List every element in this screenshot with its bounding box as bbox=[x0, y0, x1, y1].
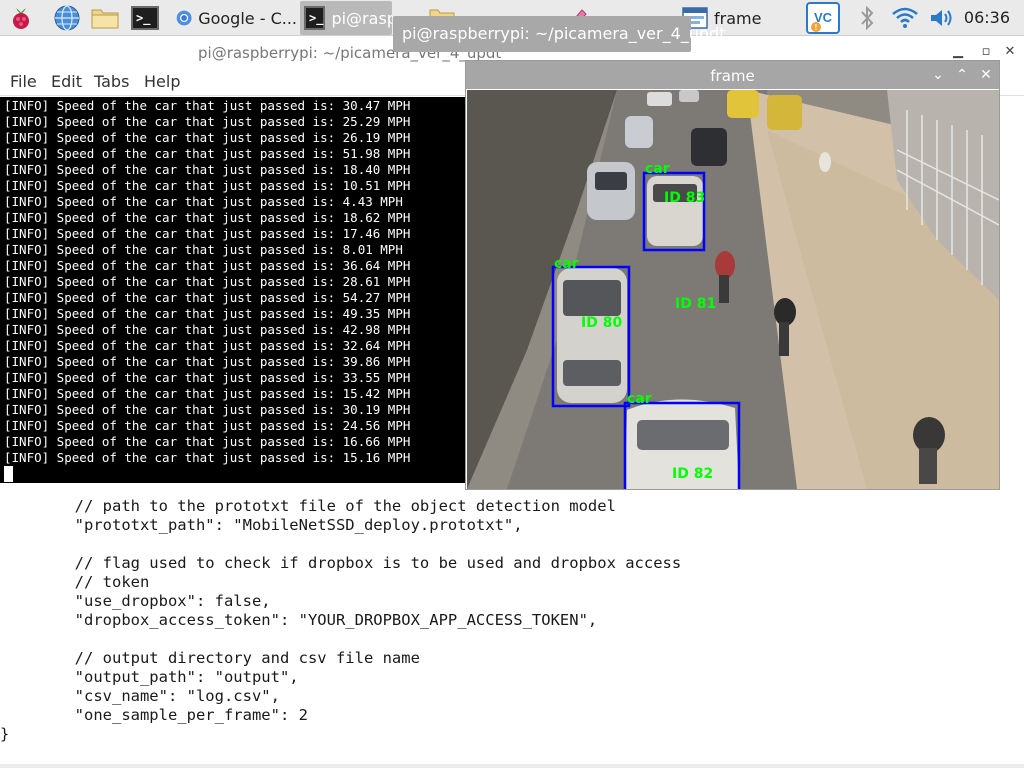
code-line: "output_path": "output", bbox=[0, 668, 299, 686]
menu-file[interactable]: File bbox=[10, 72, 37, 91]
log-line: [INFO] Speed of the car that just passed… bbox=[4, 418, 411, 433]
code-line: "dropbox_access_token": "YOUR_DROPBOX_AP… bbox=[0, 611, 598, 629]
terminal-launcher-icon[interactable]: >_ bbox=[129, 2, 161, 34]
chevron-up-icon[interactable]: ⌃ bbox=[953, 66, 971, 84]
terminal-icon: >_ bbox=[304, 6, 326, 30]
log-line: [INFO] Speed of the car that just passed… bbox=[4, 322, 411, 337]
detection-id-label: ID 82 bbox=[672, 466, 713, 482]
config-text: // path to the prototxt file of the obje… bbox=[0, 497, 1024, 757]
raspberry-menu-icon[interactable] bbox=[5, 2, 37, 34]
code-line: "prototxt_path": "MobileNetSSD_deploy.pr… bbox=[0, 516, 523, 534]
log-line: [INFO] Speed of the car that just passed… bbox=[4, 402, 411, 417]
detection-class-label: car bbox=[627, 391, 652, 407]
clock[interactable]: 06:36 bbox=[964, 8, 1010, 27]
detection-class-label: car bbox=[645, 161, 670, 177]
code-line: // flag used to check if dropbox is to b… bbox=[0, 554, 682, 572]
minimize-icon[interactable]: ▁ bbox=[950, 44, 966, 60]
terminal-output[interactable]: [INFO] Speed of the car that just passed… bbox=[0, 97, 465, 483]
frame-title: frame bbox=[710, 67, 755, 85]
menu-tabs[interactable]: Tabs bbox=[94, 72, 129, 91]
log-line: [INFO] Speed of the car that just passed… bbox=[4, 290, 411, 305]
log-line: [INFO] Speed of the car that just passed… bbox=[4, 354, 411, 369]
log-line: [INFO] Speed of the car that just passed… bbox=[4, 242, 403, 257]
close-icon[interactable]: ✕ bbox=[1002, 44, 1018, 60]
log-line: [INFO] Speed of the car that just passed… bbox=[4, 226, 411, 241]
code-line: // token bbox=[0, 573, 150, 591]
log-line: [INFO] Speed of the car that just passed… bbox=[4, 274, 411, 289]
log-line: [INFO] Speed of the car that just passed… bbox=[4, 306, 411, 321]
task-label: Google - C... bbox=[198, 8, 297, 28]
terminal-cursor bbox=[4, 466, 13, 482]
chromium-icon bbox=[176, 10, 192, 26]
bluetooth-icon[interactable] bbox=[851, 2, 883, 34]
maximize-icon[interactable]: ▫ bbox=[978, 44, 994, 60]
log-line: [INFO] Speed of the car that just passed… bbox=[4, 210, 411, 225]
log-line: [INFO] Speed of the car that just passed… bbox=[4, 98, 411, 113]
log-lines: [INFO] Speed of the car that just passed… bbox=[4, 98, 465, 466]
taskbar-tooltip: pi@raspberrypi: ~/picamera_ver_4_updt bbox=[393, 16, 726, 52]
code-line: "use_dropbox": false, bbox=[0, 592, 271, 610]
code-line: } bbox=[0, 725, 10, 743]
log-line: [INFO] Speed of the car that just passed… bbox=[4, 130, 411, 145]
menu-help[interactable]: Help bbox=[144, 72, 180, 91]
camera-feed: car ID 83 car ID 80 car ID 82 ID 81 bbox=[467, 90, 999, 489]
log-line: [INFO] Speed of the car that just passed… bbox=[4, 434, 411, 449]
web-browser-icon[interactable] bbox=[51, 2, 83, 34]
code-line: "one_sample_per_frame": 2 bbox=[0, 706, 308, 724]
task-button-chromium[interactable]: Google - C... bbox=[172, 1, 297, 35]
close-icon[interactable]: ✕ bbox=[977, 66, 995, 84]
frame-titlebar[interactable]: frame ⌄ ⌃ ✕ bbox=[466, 61, 999, 89]
detection-id-label: ID 80 bbox=[581, 315, 622, 331]
detection-id-label: ID 83 bbox=[664, 190, 705, 206]
log-line: [INFO] Speed of the car that just passed… bbox=[4, 194, 403, 209]
svg-text:!: ! bbox=[815, 23, 818, 32]
detection-class-label: car bbox=[554, 256, 579, 272]
volume-icon[interactable] bbox=[926, 2, 958, 34]
task-label: pi@raspb bbox=[331, 8, 392, 28]
task-button-terminal[interactable]: >_ pi@raspb bbox=[300, 1, 392, 35]
window-bottom-border bbox=[0, 764, 1024, 768]
log-line: [INFO] Speed of the car that just passed… bbox=[4, 162, 411, 177]
log-line: [INFO] Speed of the car that just passed… bbox=[4, 450, 411, 465]
log-line: [INFO] Speed of the car that just passed… bbox=[4, 178, 411, 193]
code-line: // path to the prototxt file of the obje… bbox=[0, 497, 616, 515]
chevron-down-icon[interactable]: ⌄ bbox=[929, 66, 947, 84]
tracked-id-label: ID 81 bbox=[675, 296, 716, 312]
log-line: [INFO] Speed of the car that just passed… bbox=[4, 370, 411, 385]
log-line: [INFO] Speed of the car that just passed… bbox=[4, 338, 411, 353]
code-line: "csv_name": "log.csv", bbox=[0, 687, 280, 705]
frame-window[interactable]: frame ⌄ ⌃ ✕ car ID 83 car ID 80 car ID 8… bbox=[465, 60, 1000, 490]
log-line: [INFO] Speed of the car that just passed… bbox=[4, 258, 411, 273]
code-line: // output directory and csv file name bbox=[0, 649, 420, 667]
log-line: [INFO] Speed of the car that just passed… bbox=[4, 146, 411, 161]
file-manager-icon[interactable] bbox=[89, 2, 121, 34]
menu-edit[interactable]: Edit bbox=[51, 72, 82, 91]
wifi-icon[interactable] bbox=[889, 2, 921, 34]
log-line: [INFO] Speed of the car that just passed… bbox=[4, 114, 411, 129]
vnc-icon[interactable]: VC ! bbox=[805, 2, 841, 34]
log-line: [INFO] Speed of the car that just passed… bbox=[4, 386, 411, 401]
